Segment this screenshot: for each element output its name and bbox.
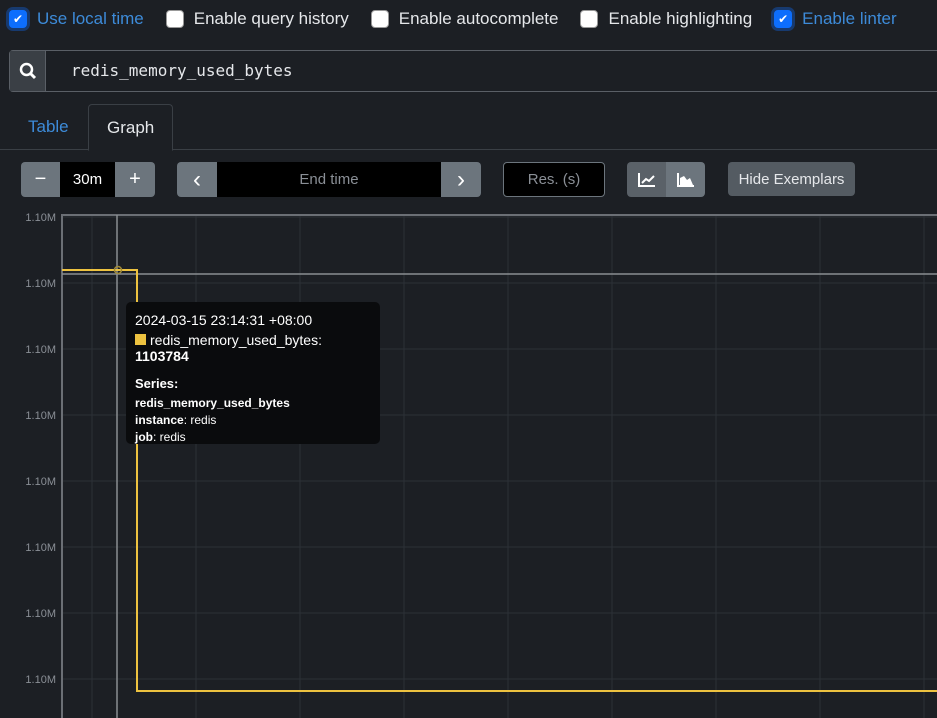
tab-table[interactable]: Table [10, 104, 87, 150]
label-key: instance [135, 413, 184, 427]
label-key: job [135, 430, 153, 444]
tab-graph[interactable]: Graph [88, 104, 174, 151]
checkbox-box [580, 10, 599, 28]
enable-autocomplete-checkbox[interactable]: Enable autocomplete [370, 9, 558, 29]
enable-highlighting-checkbox[interactable]: Enable highlighting [580, 9, 752, 29]
hide-exemplars-button[interactable]: Hide Exemplars [728, 162, 855, 196]
area-chart-icon[interactable] [666, 162, 705, 197]
check-icon: ✔ [9, 10, 27, 28]
enable-query-history-checkbox[interactable]: Enable query history [165, 9, 349, 29]
y-tick-label: 1.10M [25, 542, 56, 554]
y-tick-label: 1.10M [25, 212, 56, 224]
tooltip-series-heading: Series: [135, 376, 179, 391]
expression-input[interactable]: redis_memory_used_bytes [46, 51, 293, 91]
range-input[interactable]: 30m [60, 162, 115, 197]
tooltip-value: 1103784 [135, 348, 189, 364]
tooltip-timestamp: 2024-03-15 23:14:31 +08:00 [135, 312, 313, 328]
graph-mode-group [627, 162, 705, 197]
end-time-group: ‹ End time › [177, 162, 481, 197]
series-color-swatch [135, 334, 146, 345]
tooltip: 2024-03-15 23:14:31 +08:00 redis_memory_… [126, 302, 380, 444]
plot-border [61, 214, 937, 718]
tooltip-labels-title: redis_memory_used_bytes [135, 396, 290, 410]
y-tick-label: 1.10M [25, 476, 56, 488]
y-tick-label: 1.10M [25, 608, 56, 620]
check-icon: ✔ [774, 10, 793, 28]
line-chart-icon[interactable] [627, 162, 666, 197]
graph-chart[interactable]: 1.10M 1.10M 1.10M 1.10M 1.10M 1.10M 1.10M 1.10M [0, 205, 937, 718]
use-local-time-checkbox[interactable]: ✔ Use local time [9, 9, 144, 29]
enable-linter-checkbox[interactable]: ✔ Enable linter [774, 9, 897, 29]
expression-input-group: redis_memory_used_bytes [9, 50, 937, 92]
tab-bar: Table Graph [0, 104, 937, 151]
y-tick-label: 1.10M [25, 278, 56, 290]
y-tick-label: 1.10M [25, 344, 56, 356]
checkbox-box [165, 10, 184, 28]
resolution-input[interactable]: Res. (s) [503, 162, 605, 197]
y-tick-label: 1.10M [25, 410, 56, 422]
decrease-range-button[interactable]: − [21, 162, 60, 197]
label-value: redis [190, 413, 217, 427]
y-tick-label: 1.10M [25, 674, 56, 686]
chevron-left-icon[interactable]: ‹ [177, 162, 217, 197]
chevron-right-icon[interactable]: › [441, 162, 481, 197]
range-input-group: − 30m + [21, 162, 155, 197]
end-time-input[interactable]: End time [217, 162, 441, 197]
search-icon[interactable] [10, 51, 46, 91]
tooltip-series-name: redis_memory_used_bytes [150, 332, 319, 348]
options-bar: ✔ Use local time Enable query history Ena… [0, 0, 919, 38]
increase-range-button[interactable]: + [115, 162, 155, 197]
label-value: redis [159, 430, 186, 444]
checkbox-box [370, 10, 389, 28]
